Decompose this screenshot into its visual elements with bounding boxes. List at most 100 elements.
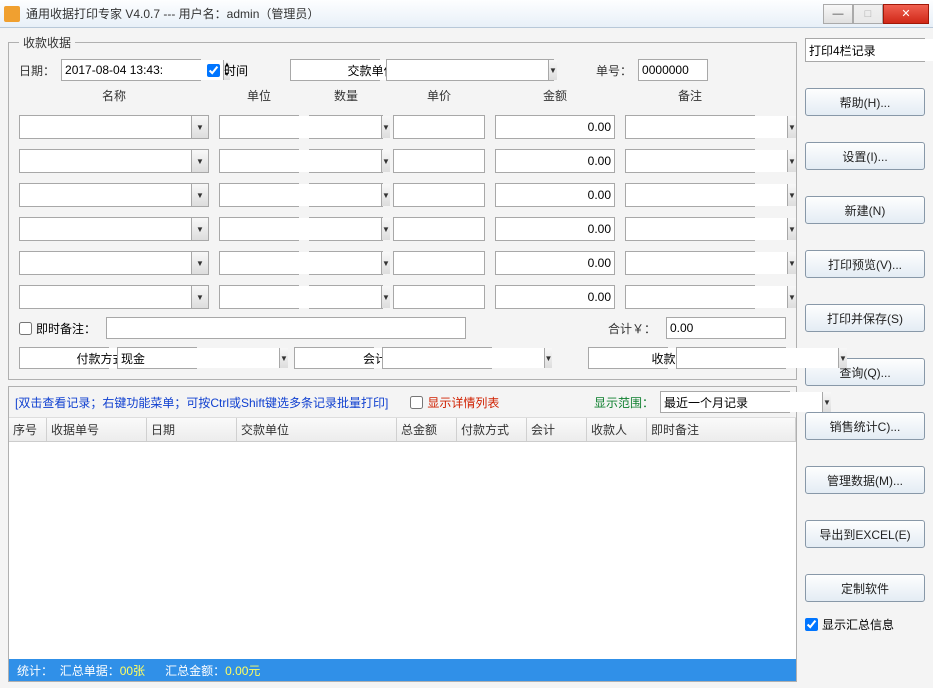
show-summary-checkbox[interactable]: 显示汇总信息 [805,616,925,633]
row-amount-input[interactable] [495,115,615,139]
help-button[interactable]: 帮助(H)... [805,88,925,116]
chevron-down-icon[interactable]: ▼ [191,252,208,274]
paymethod-label-combo[interactable]: ▼ [19,347,109,369]
chevron-down-icon[interactable]: ▼ [279,348,288,368]
chevron-down-icon[interactable]: ▼ [787,252,796,274]
stat-label: 统计： [17,664,53,678]
row-amount-input[interactable] [495,217,615,241]
sum-label: 汇总金额： [165,664,225,678]
minimize-button[interactable]: — [823,4,853,24]
record-table[interactable]: 序号 收据单号 日期 交款单位 总金额 付款方式 会计 收款人 即时备注 [9,418,796,659]
chevron-down-icon[interactable]: ▼ [548,60,557,80]
show-detail-label: 显示详情列表 [427,394,499,411]
date-input[interactable] [62,60,223,80]
chevron-down-icon[interactable]: ▼ [191,116,208,138]
chevron-down-icon[interactable]: ▼ [787,150,796,172]
row-name-combo[interactable]: ▼ [19,115,209,139]
row-remark-combo[interactable]: ▼ [625,217,755,241]
new-button[interactable]: 新建(N) [805,196,925,224]
show-detail-checkbox[interactable]: 显示详情列表 [410,394,499,411]
row-amount-input[interactable] [495,149,615,173]
row-price-input[interactable] [393,183,485,207]
row-price-input[interactable] [393,149,485,173]
accountant-combo[interactable]: ▼ [382,347,492,369]
row-price-input[interactable] [393,115,485,139]
th-instant: 即时备注 [647,418,796,441]
serial-input[interactable] [638,59,708,81]
row-name-combo[interactable]: ▼ [19,217,209,241]
sales-stat-button[interactable]: 销售统计C)... [805,412,925,440]
chevron-down-icon[interactable]: ▼ [787,116,796,138]
chevron-down-icon[interactable]: ▼ [191,286,208,308]
chevron-down-icon[interactable]: ▼ [822,392,831,412]
chevron-down-icon[interactable]: ▼ [381,150,390,172]
print-template-combo[interactable]: ▼ [805,38,925,62]
range-combo[interactable]: ▼ [660,391,790,413]
chevron-down-icon[interactable]: ▼ [381,218,390,240]
row-unit-combo[interactable]: ▼ [219,251,299,275]
instant-remark-label: 即时备注： [36,320,96,337]
maximize-button[interactable]: □ [853,4,883,24]
row-unit-combo[interactable]: ▼ [219,285,299,309]
close-button[interactable]: ✕ [883,4,929,24]
row-name-combo[interactable]: ▼ [19,149,209,173]
chevron-down-icon[interactable]: ▼ [381,252,390,274]
receipt-group: 收款收据 日期： ▲▼ 时间 ▼ ▼ [8,34,797,380]
chevron-down-icon[interactable]: ▼ [381,286,390,308]
row-unit-combo[interactable]: ▼ [219,149,299,173]
chevron-down-icon[interactable]: ▼ [544,348,553,368]
payee-combo[interactable]: ▼ [676,347,786,369]
manage-data-button[interactable]: 管理数据(M)... [805,466,925,494]
custom-software-button[interactable]: 定制软件 [805,574,925,602]
row-remark-combo[interactable]: ▼ [625,183,755,207]
chevron-down-icon[interactable]: ▼ [381,184,390,206]
row-price-input[interactable] [393,285,485,309]
chevron-down-icon[interactable]: ▼ [787,184,796,206]
accountant-label-combo[interactable]: ▼ [294,347,374,369]
payer-label-combo[interactable]: ▼ [290,59,380,81]
row-name-combo[interactable]: ▼ [19,183,209,207]
chevron-down-icon[interactable]: ▼ [191,218,208,240]
chevron-down-icon[interactable]: ▼ [191,184,208,206]
col-remark: 备注 [625,87,755,105]
row-unit-combo[interactable]: ▼ [219,217,299,241]
time-checkbox[interactable]: 时间 [207,62,248,79]
row-unit-combo[interactable]: ▼ [219,115,299,139]
instant-remark-checkbox[interactable]: 即时备注： [19,320,96,337]
print-save-button[interactable]: 打印并保存(S) [805,304,925,332]
row-remark-combo[interactable]: ▼ [625,251,755,275]
payee-label-combo[interactable]: ▼ [588,347,668,369]
chevron-down-icon[interactable]: ▼ [787,286,796,308]
print-preview-button[interactable]: 打印预览(V)... [805,250,925,278]
count-label: 汇总单据： [60,664,120,678]
row-remark-combo[interactable]: ▼ [625,149,755,173]
settings-button[interactable]: 设置(I)... [805,142,925,170]
paymethod-combo[interactable]: ▼ [117,347,197,369]
list-hint: [双击查看记录；右键功能菜单；可按Ctrl或Shift键选多条记录批量打印] [15,394,388,411]
show-summary-label: 显示汇总信息 [822,616,894,633]
row-name-combo[interactable]: ▼ [19,285,209,309]
record-list-panel: [双击查看记录；右键功能菜单；可按Ctrl或Shift键选多条记录批量打印] 显… [8,386,797,682]
payer-combo[interactable]: ▼ [386,59,554,81]
row-remark-combo[interactable]: ▼ [625,115,755,139]
total-input[interactable] [666,317,786,339]
chevron-down-icon[interactable]: ▼ [787,218,796,240]
time-label: 时间 [224,62,248,79]
row-amount-input[interactable] [495,183,615,207]
row-price-input[interactable] [393,251,485,275]
row-remark-combo[interactable]: ▼ [625,285,755,309]
chevron-down-icon[interactable]: ▼ [838,348,847,368]
row-amount-input[interactable] [495,251,615,275]
row-amount-input[interactable] [495,285,615,309]
instant-remark-input[interactable] [106,317,466,339]
date-spinner[interactable]: ▲▼ [61,59,201,81]
row-price-input[interactable] [393,217,485,241]
th-seq: 序号 [9,418,47,441]
titlebar[interactable]: 通用收据打印专家 V4.0.7 --- 用户名：admin（管理员） — □ ✕ [0,0,933,28]
export-excel-button[interactable]: 导出到EXCEL(E) [805,520,925,548]
col-amount: 金额 [495,87,615,105]
row-name-combo[interactable]: ▼ [19,251,209,275]
chevron-down-icon[interactable]: ▼ [191,150,208,172]
chevron-down-icon[interactable]: ▼ [381,116,390,138]
row-unit-combo[interactable]: ▼ [219,183,299,207]
